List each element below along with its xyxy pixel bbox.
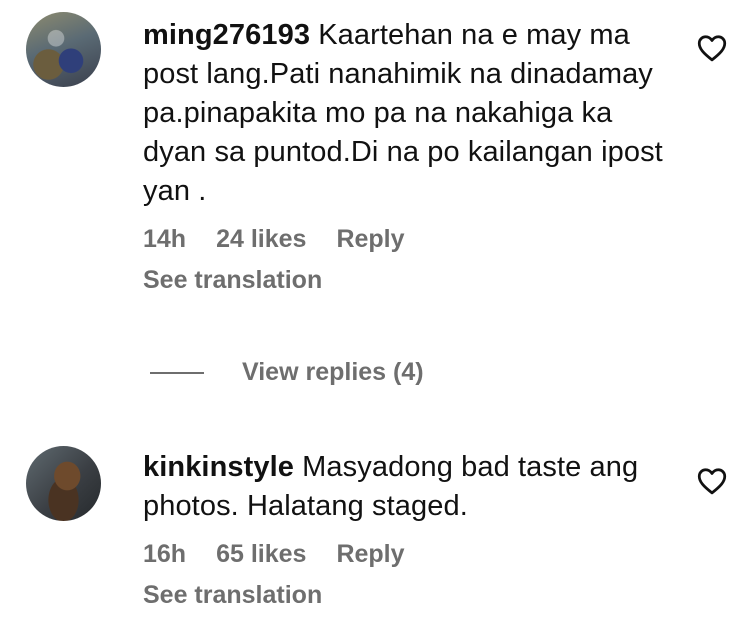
comment-meta: 14h 24 likes Reply bbox=[143, 225, 663, 254]
avatar[interactable] bbox=[26, 446, 101, 521]
avatar[interactable] bbox=[26, 12, 101, 87]
comment-time: 14h bbox=[143, 225, 187, 253]
comment-username[interactable]: ming276193 bbox=[143, 19, 310, 51]
replies-divider bbox=[150, 371, 204, 374]
heart-icon[interactable] bbox=[697, 34, 727, 62]
reply-button[interactable]: Reply bbox=[336, 540, 404, 569]
comments-panel: ming276193 Kaartehan na e may ma post la… bbox=[0, 0, 750, 635]
comment-text-block: kinkinstyle Masyadong bad taste ang phot… bbox=[143, 448, 643, 526]
reply-button[interactable]: Reply bbox=[336, 225, 404, 254]
see-translation-link[interactable]: See translation bbox=[143, 581, 663, 610]
comment-username[interactable]: kinkinstyle bbox=[143, 451, 294, 483]
comment-body: ming276193 Kaartehan na e may ma post la… bbox=[143, 16, 663, 295]
comment-likes[interactable]: 65 likes bbox=[216, 540, 306, 569]
view-replies-label[interactable]: View replies (4) bbox=[242, 358, 424, 387]
comment-likes[interactable]: 24 likes bbox=[216, 225, 306, 254]
comment-body: kinkinstyle Masyadong bad taste ang phot… bbox=[143, 448, 663, 610]
comment-time: 16h bbox=[143, 540, 187, 568]
view-replies-button[interactable]: View replies (4) bbox=[150, 358, 424, 387]
comment-text-block: ming276193 Kaartehan na e may ma post la… bbox=[143, 16, 663, 211]
heart-icon[interactable] bbox=[697, 467, 727, 495]
comment-meta: 16h 65 likes Reply bbox=[143, 540, 663, 569]
see-translation-link[interactable]: See translation bbox=[143, 266, 663, 295]
